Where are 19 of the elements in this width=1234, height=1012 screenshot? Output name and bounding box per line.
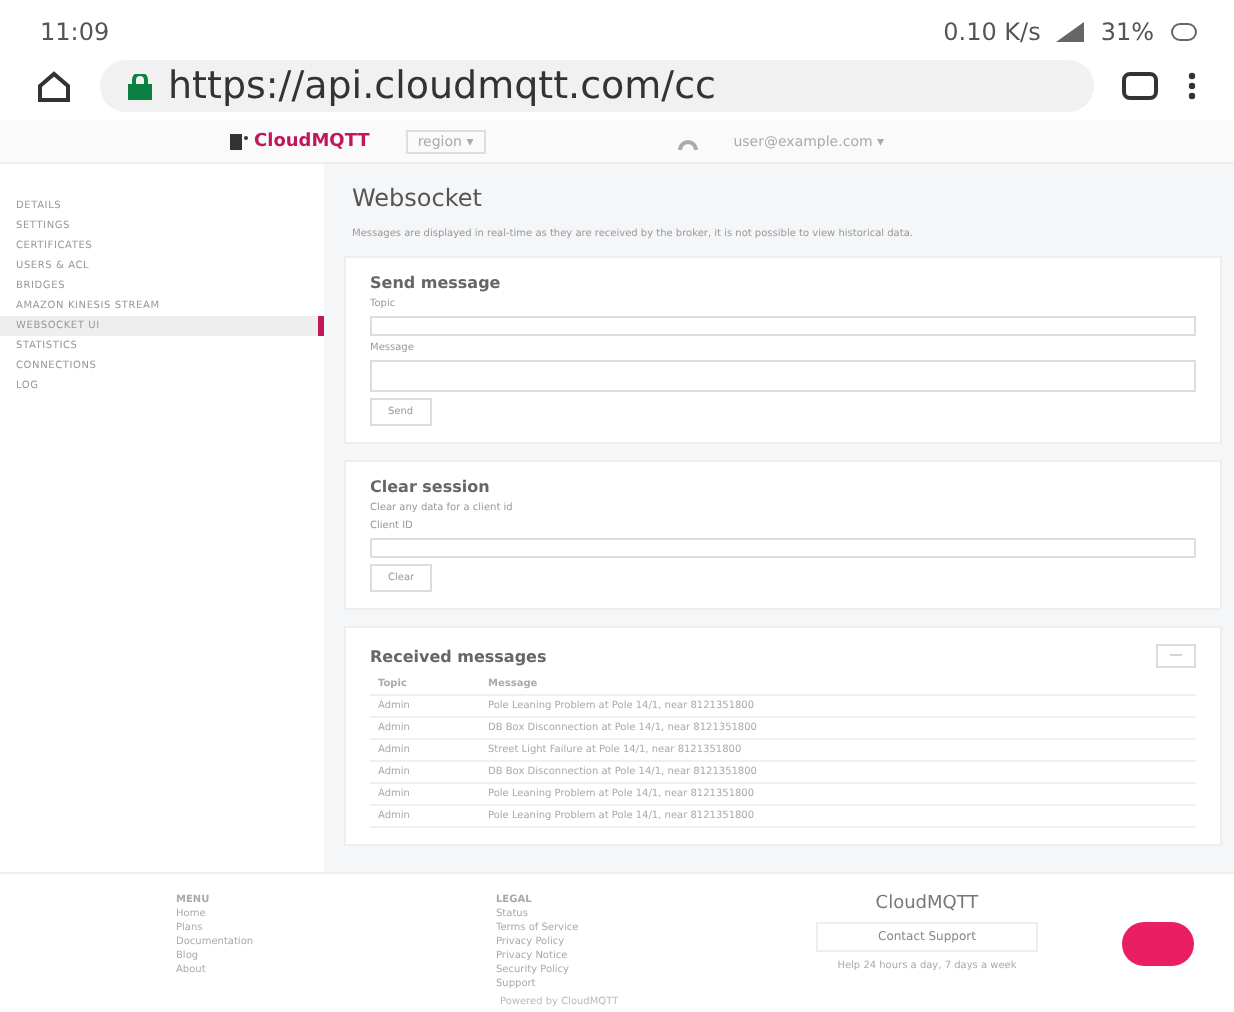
address-bar[interactable]: https://api.cloudmqtt.com/cc xyxy=(100,60,1094,112)
page-title: Websocket xyxy=(350,182,484,212)
card-title: Clear session xyxy=(370,478,490,496)
client-id-field[interactable] xyxy=(370,538,1196,558)
card-title: Received messages xyxy=(370,647,547,665)
topic-field[interactable] xyxy=(370,316,1196,336)
menu-icon[interactable] xyxy=(1186,70,1198,102)
clock-time: 11:09 xyxy=(40,18,110,46)
battery-icon xyxy=(1170,22,1198,42)
signal-icon xyxy=(1056,22,1085,42)
tabs-icon[interactable] xyxy=(1122,70,1158,102)
chat-button[interactable] xyxy=(1122,922,1194,966)
network-speed: 0.10 K/s xyxy=(943,18,1041,46)
card-title: Send message xyxy=(370,274,501,292)
message-field[interactable] xyxy=(370,360,1196,392)
footer-brand: CloudMQTT xyxy=(875,894,979,914)
logo[interactable]: CloudMQTT xyxy=(230,131,370,151)
home-icon[interactable] xyxy=(36,70,72,102)
battery-level: 31% xyxy=(1100,18,1154,46)
